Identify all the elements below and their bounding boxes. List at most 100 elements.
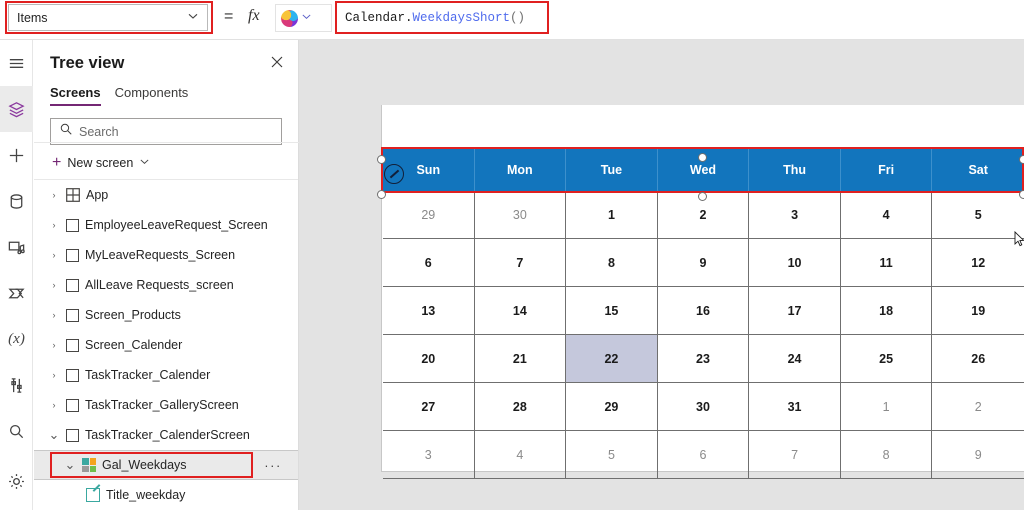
chevron-right-icon[interactable]: › [48,400,60,410]
edit-pencil-icon[interactable] [384,164,404,184]
chevron-right-icon[interactable]: › [48,190,60,200]
calendar-day-cell[interactable]: 29 [566,383,658,431]
resize-handle-bottom-left[interactable] [377,190,386,199]
search-input[interactable]: Search [50,118,282,145]
tree-node-allleave-requests-screen[interactable]: › AllLeave Requests_screen [34,270,298,300]
calendar-day-cell[interactable]: 3 [749,191,841,239]
variables-icon[interactable]: (x) [0,316,33,362]
screen-icon [66,398,79,412]
calendar-day-cell[interactable]: 8 [566,239,658,287]
tree-view-icon[interactable] [0,86,33,132]
new-screen-button[interactable]: + New screen [52,155,298,171]
tree-view-header: Tree view [34,40,298,73]
resize-handle-bottom-center[interactable] [698,192,707,201]
chevron-right-icon[interactable]: › [48,340,60,350]
resize-handle-top-left[interactable] [377,155,386,164]
calendar-day-cell[interactable]: 29 [383,191,475,239]
calendar-day-cell[interactable]: 6 [657,431,750,479]
calendar-day-cell[interactable]: 22 [566,335,658,383]
tab-screens[interactable]: Screens [50,85,101,106]
calendar-day-cell[interactable]: 30 [657,383,750,431]
settings-icon[interactable] [0,458,33,504]
chevron-right-icon[interactable]: › [48,250,60,260]
calendar-day-cell[interactable]: 7 [749,431,841,479]
app-icon [66,188,80,202]
tree-node-myleaverequests-screen[interactable]: › MyLeaveRequests_Screen [34,240,298,270]
calendar-day-cell[interactable]: 17 [749,287,841,335]
calendar-day-cell[interactable]: 30 [474,191,567,239]
media-icon[interactable] [0,224,33,270]
resize-handle-top-right[interactable] [1019,155,1024,164]
tree-node-label: App [86,188,109,202]
tree-node-tasktracker-calender[interactable]: › TaskTracker_Calender [34,360,298,390]
chevron-right-icon[interactable]: › [48,280,60,290]
tree-node-screen-products[interactable]: › Screen_Products [34,300,298,330]
calendar-day-cell[interactable]: 24 [749,335,841,383]
copilot-icon [281,9,298,27]
calendar-day-cell[interactable]: 28 [474,383,567,431]
resize-handle-bottom-right[interactable] [1019,190,1024,199]
calendar-day-cell[interactable]: 1 [566,191,658,239]
variables-glyph: (x) [8,330,25,347]
search-icon[interactable] [0,408,33,454]
calendar-day-cell[interactable]: 3 [383,431,475,479]
calendar-day-cell[interactable]: 25 [840,335,933,383]
tree-node-label: TaskTracker_GalleryScreen [85,398,239,412]
data-icon[interactable] [0,178,33,224]
calendar-day-cell[interactable]: 7 [474,239,567,287]
selected-node-highlight [50,452,253,478]
screen-icon [66,218,79,232]
chevron-right-icon[interactable]: › [48,370,60,380]
calendar-day-cell[interactable]: 5 [932,191,1024,239]
tools-icon[interactable] [0,362,33,408]
calendar-day-cell[interactable]: 20 [383,335,475,383]
calendar-day-cell[interactable]: 31 [749,383,841,431]
calendar-day-cell[interactable]: 27 [383,383,475,431]
calendar-day-cell[interactable]: 14 [474,287,567,335]
menu-icon[interactable] [0,40,33,86]
tree-node-app[interactable]: › App [34,180,298,210]
calendar-day-cell[interactable]: 9 [657,239,750,287]
copilot-button[interactable] [275,4,332,32]
calendar-day-cell[interactable]: 10 [749,239,841,287]
calendar-day-cell[interactable]: 23 [657,335,750,383]
calendar-day-cell[interactable]: 26 [932,335,1024,383]
chevron-down-icon[interactable]: ⌄ [48,428,60,441]
tab-components[interactable]: Components [115,85,189,106]
calendar-day-cell[interactable]: 16 [657,287,750,335]
tree-node-title-weekday[interactable]: Title_weekday [34,480,298,510]
calendar-day-cell[interactable]: 12 [932,239,1024,287]
insert-icon[interactable] [0,132,33,178]
power-automate-icon[interactable] [0,270,33,316]
label-icon [86,488,100,502]
calendar-day-cell[interactable]: 1 [840,383,933,431]
calendar-day-cell[interactable]: 21 [474,335,567,383]
tree-view-tabs: Screens Components [34,73,298,106]
calendar-day-cell[interactable]: 13 [383,287,475,335]
calendar-day-cell[interactable]: 6 [383,239,475,287]
chevron-right-icon[interactable]: › [48,220,60,230]
tree-node-tasktracker-galleryscreen[interactable]: › TaskTracker_GalleryScreen [34,390,298,420]
calendar-day-cell[interactable]: 9 [932,431,1024,479]
tree-node-label: Screen_Calender [85,338,183,352]
calendar-day-cell[interactable]: 2 [932,383,1024,431]
tree-node-screen-calender[interactable]: › Screen_Calender [34,330,298,360]
tree-node-employeeleaverequest-screen[interactable]: › EmployeeLeaveRequest_Screen [34,210,298,240]
formula-input-remainder[interactable] [546,4,1024,32]
calendar-day-cell[interactable]: 15 [566,287,658,335]
calendar-day-cell[interactable]: 11 [840,239,933,287]
new-screen-label: New screen [67,156,134,170]
resize-handle-top-center[interactable] [698,153,707,162]
calendar-day-cell[interactable]: 4 [840,191,933,239]
close-icon[interactable] [270,55,284,72]
more-options-icon[interactable]: ··· [264,458,282,473]
property-dropdown-highlight [5,1,213,34]
calendar-day-cell[interactable]: 19 [932,287,1024,335]
calendar-day-cell[interactable]: 18 [840,287,933,335]
tree-node-tasktracker-calenderscreen[interactable]: ⌄ TaskTracker_CalenderScreen [34,420,298,450]
chevron-right-icon[interactable]: › [48,310,60,320]
calendar-day-cell[interactable]: 4 [474,431,567,479]
calendar-day-cell[interactable]: 5 [566,431,658,479]
calendar-day-grid[interactable]: 29 30 1 2 3 4 5 6 7 8 9 10 11 12 13 14 15 16 17 18 19 20 21 22 2… [383,191,1024,479]
calendar-day-cell[interactable]: 8 [840,431,933,479]
